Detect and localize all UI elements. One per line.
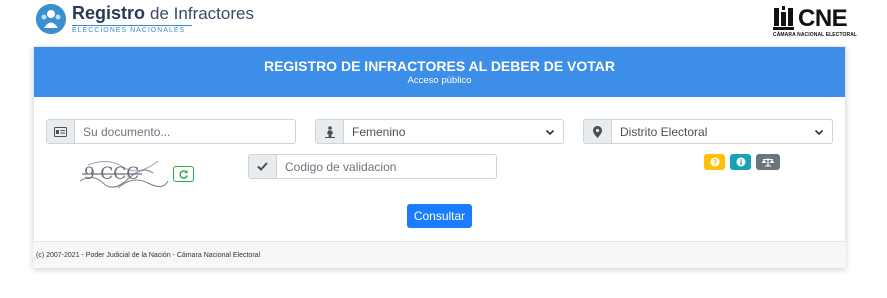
registro-logo-icon bbox=[36, 3, 66, 34]
legal-button[interactable] bbox=[756, 154, 780, 170]
map-marker-icon bbox=[584, 120, 612, 143]
consultar-button[interactable]: Consultar bbox=[407, 204, 472, 228]
person-icon bbox=[316, 120, 344, 143]
card-subtitle: Acceso público bbox=[407, 75, 472, 86]
refresh-captcha-button[interactable] bbox=[173, 166, 194, 182]
question-icon: ? bbox=[710, 157, 719, 167]
card-footer: (c) 2007-2021 - Poder Judicial de la Nac… bbox=[33, 241, 846, 268]
logo-subtitle: ELECCIONES NACIONALES bbox=[72, 27, 186, 34]
documento-input[interactable]: Su documento... bbox=[75, 120, 295, 143]
captcha-image: 9 CCC bbox=[78, 153, 170, 193]
info-button[interactable] bbox=[730, 154, 751, 170]
distrito-selected: Distrito Electoral bbox=[620, 124, 708, 139]
distrito-select[interactable]: Distrito Electoral bbox=[612, 120, 832, 143]
chevron-down-icon bbox=[814, 129, 824, 136]
documento-input-group: Su documento... bbox=[46, 119, 296, 144]
footer-text: (c) 2007-2021 - Poder Judicial de la Nac… bbox=[36, 252, 261, 259]
distrito-input-group: Distrito Electoral bbox=[583, 119, 833, 144]
info-icon bbox=[736, 157, 745, 167]
svg-text:?: ? bbox=[712, 158, 716, 167]
sexo-select[interactable]: Femenino bbox=[344, 120, 563, 143]
card-title: REGISTRO DE INFRACTORES AL DEBER DE VOTA… bbox=[263, 58, 616, 74]
help-button[interactable]: ? bbox=[704, 154, 725, 170]
logo-title-bold: Registro bbox=[72, 3, 146, 23]
logo-underline bbox=[72, 25, 192, 26]
check-icon bbox=[249, 155, 277, 178]
card-header: REGISTRO DE INFRACTORES AL DEBER DE VOTA… bbox=[34, 47, 845, 97]
cne-logo[interactable]: CNE CÁMARA NACIONAL ELECTORAL bbox=[770, 4, 857, 40]
registro-logo[interactable]: Registro de Infractores ELECCIONES NACIO… bbox=[36, 3, 254, 34]
top-bar: Registro de Infractores ELECCIONES NACIO… bbox=[0, 0, 887, 44]
id-card-icon bbox=[47, 120, 75, 143]
refresh-icon bbox=[179, 169, 188, 179]
logo-title-light: de Infractores bbox=[150, 4, 254, 23]
cne-letters: CNE bbox=[798, 5, 848, 32]
cne-mark-icon bbox=[773, 6, 794, 30]
chevron-down-icon bbox=[545, 129, 555, 136]
cne-subtitle: CÁMARA NACIONAL ELECTORAL bbox=[773, 32, 858, 38]
sexo-selected: Femenino bbox=[352, 124, 406, 139]
sexo-input-group: Femenino bbox=[315, 119, 564, 144]
balance-scale-icon bbox=[761, 158, 775, 167]
validacion-input-group: Codigo de validacion bbox=[248, 154, 497, 179]
validacion-input[interactable]: Codigo de validacion bbox=[277, 155, 496, 178]
